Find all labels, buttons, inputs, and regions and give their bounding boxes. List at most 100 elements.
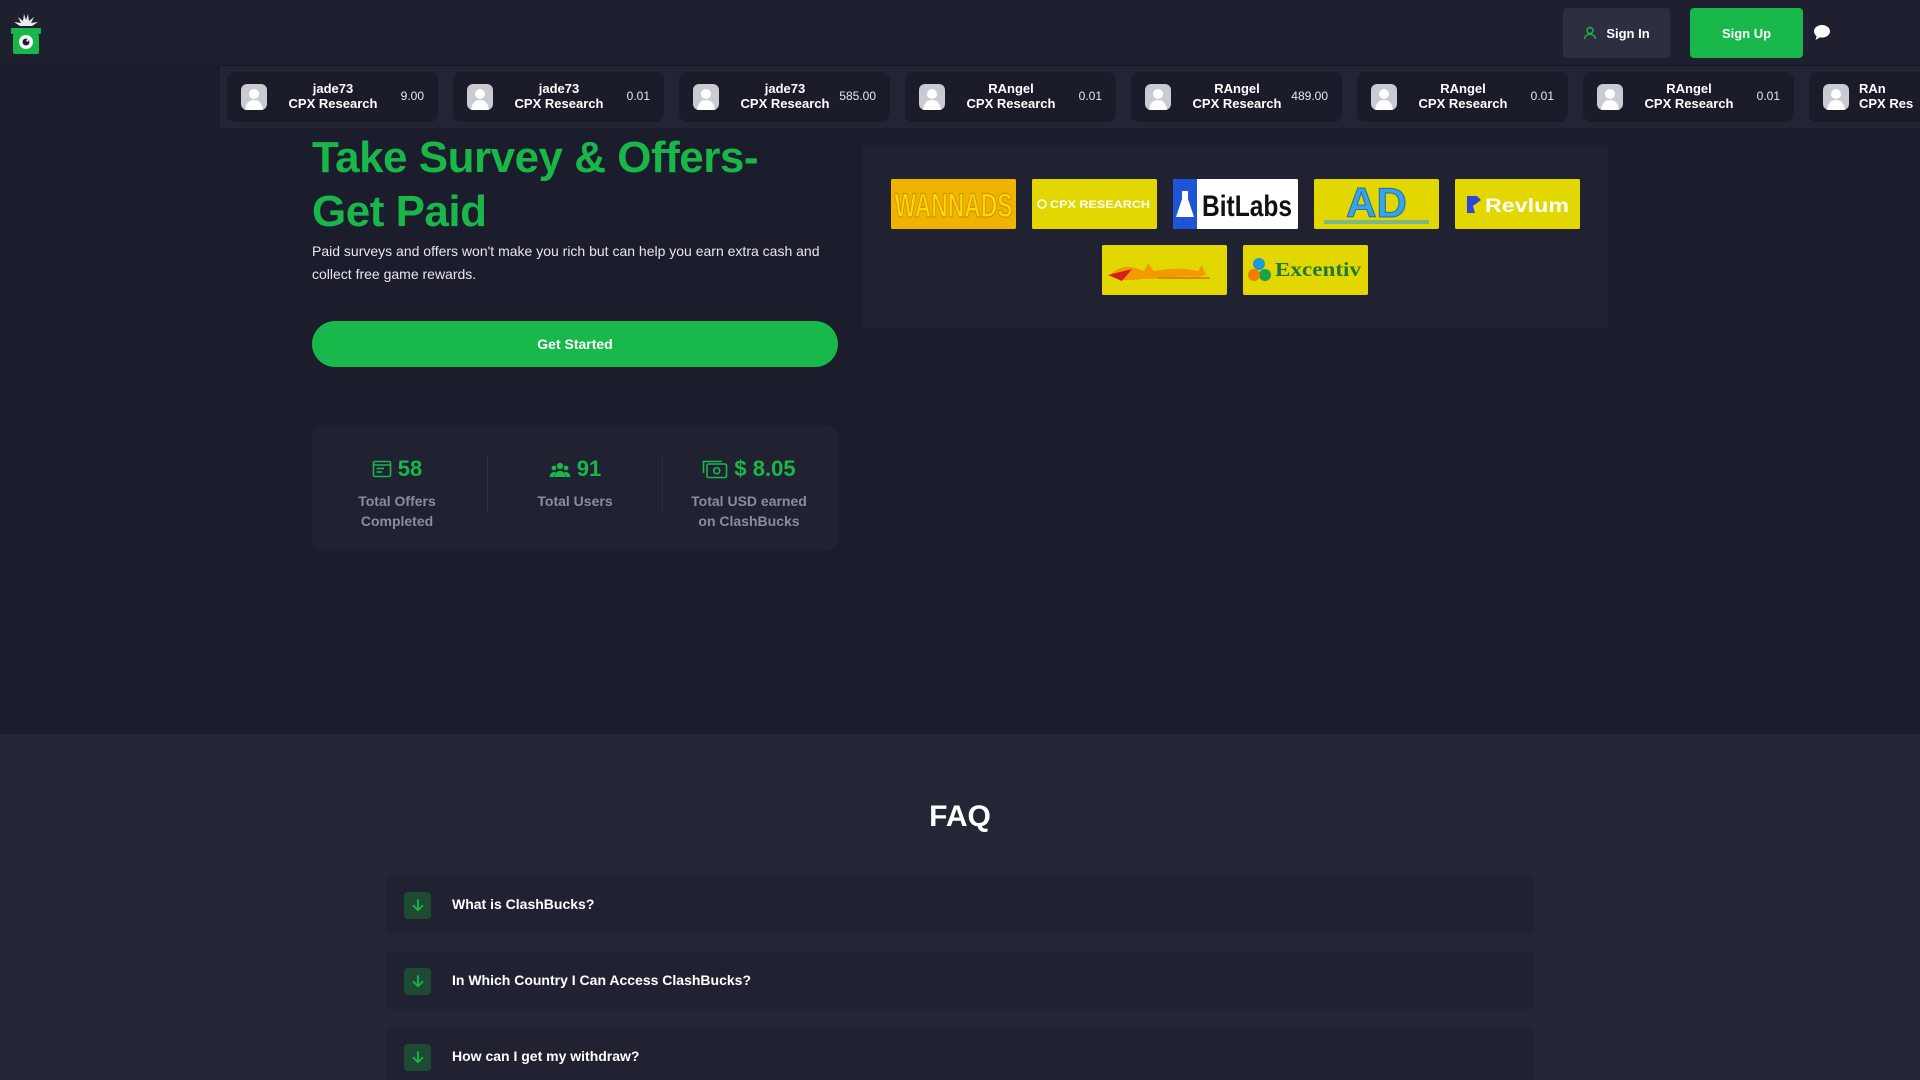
ticker-track: jade73 CPX Research 9.00 jade73 CPX Rese…: [227, 72, 1920, 122]
faq-expand-button[interactable]: [404, 1044, 431, 1071]
partner-revlum[interactable]: Revlum: [1455, 179, 1580, 229]
stat-value: 58: [397, 456, 423, 481]
recent-earnings-ticker: jade73 CPX Research 9.00 jade73 CPX Rese…: [220, 66, 1920, 128]
ticker-amount: 585.00: [839, 89, 876, 103]
ticker-amount: 0.01: [1078, 89, 1102, 103]
faq-item[interactable]: In Which Country I Can Access ClashBucks…: [386, 952, 1534, 1010]
faq-question: How can I get my withdraw?: [452, 1048, 640, 1064]
ticker-amount: 0.01: [626, 89, 650, 103]
faq-expand-button[interactable]: [404, 892, 431, 919]
arrow-down-icon: [412, 1051, 423, 1064]
stat-total-usd: $ 8.05 Total USD earned on ClashBucks: [664, 455, 834, 531]
ticker-card: RAngel CPX Research 489.00: [1131, 72, 1342, 122]
ticker-amount: 489.00: [1291, 89, 1328, 103]
partner-excentiv-text: Excentiv: [1275, 259, 1361, 281]
ticker-names: jade73 CPX Research: [725, 81, 845, 111]
get-started-button[interactable]: Get Started: [312, 321, 838, 367]
ticker-offerwall: CPX Research: [1644, 96, 1734, 111]
faq-section: FAQ What is ClashBucks? In Which Country…: [0, 734, 1920, 1080]
sign-in-button[interactable]: Sign In: [1563, 8, 1670, 58]
avatar: [1823, 84, 1849, 110]
ticker-card: jade73 CPX Research 585.00: [679, 72, 890, 122]
ticker-names: RAngel CPX Research: [1403, 81, 1523, 111]
partner-bitlabs[interactable]: BitLabs: [1173, 179, 1298, 229]
stat-label: Total USD earned on ClashBucks: [691, 493, 807, 529]
ticker-offerwall: CPX Research: [1192, 96, 1282, 111]
stat-offers-completed: 58 Total Offers Completed: [312, 455, 482, 531]
gift-box-logo[interactable]: [2, 10, 50, 58]
ticker-username: RAngel: [1666, 81, 1712, 96]
stat-value: 91: [576, 456, 602, 481]
hero-title-line-2: Get Paid: [312, 187, 487, 236]
stat-label: Total Offers Completed: [358, 493, 436, 529]
ticker-username: jade73: [312, 81, 354, 96]
faq-question: In Which Country I Can Access ClashBucks…: [452, 972, 751, 988]
avatar: [919, 84, 945, 110]
ticker-username: jade73: [764, 81, 806, 96]
ticker-card: RAngel CPX Research 0.01: [1583, 72, 1794, 122]
sign-up-label: Sign Up: [1721, 25, 1772, 41]
partner-timewall[interactable]: [1102, 245, 1227, 295]
arrow-down-icon: [412, 899, 423, 912]
ticker-names: RAngel CPX Research: [1177, 81, 1297, 111]
top-header: Sign In Sign Up: [0, 0, 1920, 66]
faq-title: FAQ: [929, 800, 991, 833]
ticker-names: RAngel CPX Research: [951, 81, 1071, 111]
user-icon: [1584, 26, 1597, 40]
ticker-username: RAngel: [1440, 81, 1486, 96]
ticker-username: jade73: [538, 81, 580, 96]
stat-divider: [487, 455, 488, 513]
ticker-amount: 0.01: [1530, 89, 1554, 103]
ticker-offerwall: CPX Research: [288, 96, 378, 111]
ticker-names: jade73 CPX Research: [499, 81, 619, 111]
ticker-offerwall: CPX Research: [1418, 96, 1508, 111]
users-group-icon: [549, 462, 571, 477]
ticker-offerwall: CPX Research: [966, 96, 1056, 111]
ticker-names: jade73 CPX Research: [273, 81, 393, 111]
partner-revlum-text: Revlum: [1485, 196, 1569, 217]
ticker-card: jade73 CPX Research 0.01: [453, 72, 664, 122]
ticker-offerwall: CPX Res: [1859, 96, 1914, 111]
ticker-username: RAn: [1859, 81, 1886, 96]
faq-expand-button[interactable]: [404, 968, 431, 995]
partner-cpx-research[interactable]: CPX RESEARCH: [1032, 179, 1157, 229]
avatar: [1371, 84, 1397, 110]
money-icon: [703, 460, 728, 479]
ticker-card: RAn CPX Res: [1809, 72, 1920, 122]
avatar: [693, 84, 719, 110]
avatar: [467, 84, 493, 110]
ticker-username: RAngel: [988, 81, 1034, 96]
partner-cpx-text: CPX RESEARCH: [1050, 199, 1150, 211]
offers-list-icon: [372, 460, 392, 478]
stat-total-users: 91 Total Users: [490, 455, 660, 511]
avatar: [241, 84, 267, 110]
partner-adswedmedia[interactable]: AD: [1314, 179, 1439, 229]
stat-value: $ 8.05: [734, 456, 796, 481]
stats-panel: 58 Total Offers Completed 91 Total Users: [312, 425, 838, 551]
ticker-card: jade73 CPX Research 9.00: [227, 72, 438, 122]
stat-label: Total Users: [537, 493, 613, 509]
hero-title-line-1: Take Survey & Offers-: [312, 133, 758, 182]
faq-item[interactable]: What is ClashBucks?: [386, 876, 1534, 934]
ticker-amount: 0.01: [1756, 89, 1780, 103]
chat-bubble-icon[interactable]: [1813, 24, 1831, 41]
ticker-card: RAngel CPX Research 0.01: [905, 72, 1116, 122]
avatar: [1145, 84, 1171, 110]
ticker-username: RAngel: [1214, 81, 1260, 96]
ticker-offerwall: CPX Research: [740, 96, 830, 111]
stat-divider: [662, 455, 663, 513]
sign-in-label: Sign In: [1606, 25, 1650, 41]
ticker-amount: 9.00: [400, 89, 424, 103]
partner-excentiv[interactable]: Excentiv: [1243, 245, 1368, 295]
partner-ad-text: AD: [1346, 179, 1407, 226]
faq-question: What is ClashBucks?: [452, 896, 595, 912]
ticker-names: RAngel CPX Research: [1629, 81, 1749, 111]
partner-wannads[interactable]: WANNADS: [891, 179, 1016, 229]
sign-up-button[interactable]: Sign Up: [1690, 8, 1803, 58]
partner-wannads-text: WANNADS: [895, 187, 1013, 225]
partner-bitlabs-text: BitLabs: [1202, 190, 1292, 223]
ticker-names: RAn CPX Res: [1859, 81, 1920, 111]
hero-description: Paid surveys and offers won't make you r…: [312, 243, 820, 282]
faq-item[interactable]: How can I get my withdraw?: [386, 1028, 1534, 1080]
avatar: [1597, 84, 1623, 110]
